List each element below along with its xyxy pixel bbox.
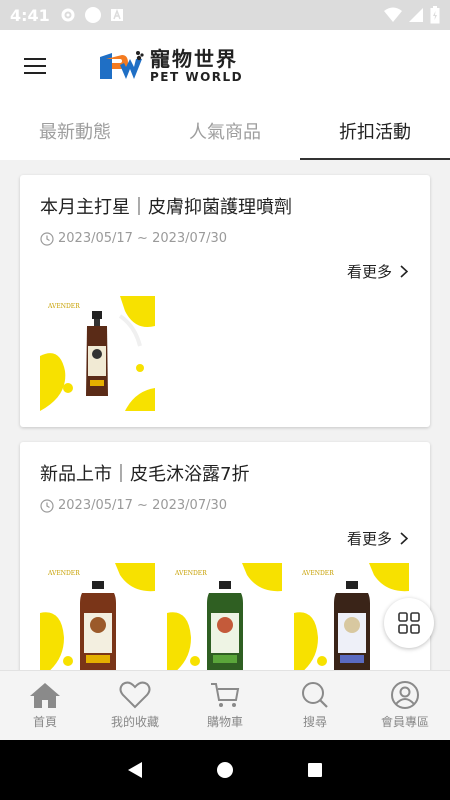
back-icon[interactable] [125, 760, 145, 780]
nav-favorites-label: 我的收藏 [110, 715, 159, 729]
product-thumbnail[interactable]: AVENDER [40, 296, 155, 411]
promotion-title: 新品上市｜皮毛沐浴露7折 [40, 464, 250, 485]
see-more-label: 看更多 [346, 263, 392, 281]
shampoo-bottle-product-image: AVENDER [40, 563, 155, 670]
heart-icon [119, 681, 151, 709]
home-icon [30, 683, 60, 708]
see-more-label: 看更多 [346, 530, 392, 548]
product-thumbnail[interactable]: AVENDER [167, 563, 282, 670]
logo-chinese-text: 寵物世界 [150, 47, 238, 71]
nav-member[interactable]: 會員專區 [360, 671, 450, 740]
promotion-card[interactable]: 新品上市｜皮毛沐浴露7折 2023/05/17 ~ 2023/07/30 看更多… [20, 442, 430, 670]
product-thumbnail[interactable]: AVENDER [40, 563, 155, 670]
svg-text:AVENDER: AVENDER [47, 303, 80, 310]
tab-latest-news[interactable]: 最新動態 [0, 102, 150, 160]
category-tabs: 最新動態 人氣商品 折扣活動 [0, 102, 450, 160]
see-more-link[interactable]: 看更多 [347, 528, 408, 549]
recents-icon[interactable] [305, 760, 325, 780]
cart-icon [211, 683, 240, 707]
bottom-navigation: 首頁 我的收藏 購物車 搜尋 會員專區 [0, 670, 450, 740]
system-navigation-bar [0, 740, 450, 800]
clock-icon [40, 231, 54, 246]
promotion-date-text: 2023/05/17 ~ 2023/07/30 [58, 498, 228, 513]
circle-status-icon [84, 7, 101, 23]
hamburger-icon [24, 58, 46, 74]
promotion-card[interactable]: 本月主打星｜皮膚抑菌護理噴劑 2023/05/17 ~ 2023/07/30 看… [20, 175, 430, 427]
nav-favorites[interactable]: 我的收藏 [90, 671, 180, 740]
clock-icon [40, 498, 54, 513]
grid-icon [398, 612, 420, 634]
user-icon [391, 681, 419, 709]
settings-icon [61, 8, 75, 22]
tab-discount-events[interactable]: 折扣活動 [300, 102, 450, 160]
menu-button[interactable] [0, 30, 70, 102]
status-bar: 4:41 [0, 0, 450, 30]
nav-search-label: 搜尋 [302, 715, 327, 729]
tab-popular-products[interactable]: 人氣商品 [150, 102, 300, 160]
nav-search[interactable]: 搜尋 [270, 671, 360, 740]
status-time: 4:41 [10, 5, 50, 25]
grid-menu-button[interactable] [384, 598, 434, 648]
promotion-title: 本月主打星｜皮膚抑菌護理噴劑 [40, 197, 292, 218]
see-more-link[interactable]: 看更多 [347, 261, 408, 282]
shampoo-bottle-product-image: AVENDER [167, 563, 282, 670]
app-notification-icon [110, 8, 123, 21]
brand-logo: 寵物世界 PET WORLD [98, 49, 243, 83]
search-icon [302, 682, 328, 708]
nav-home-label: 首頁 [32, 715, 57, 729]
promotion-date: 2023/05/17 ~ 2023/07/30 [40, 498, 227, 513]
nav-cart[interactable]: 購物車 [180, 671, 270, 740]
nav-member-label: 會員專區 [380, 715, 429, 729]
logo-english-text: PET WORLD [150, 70, 244, 84]
promotion-list[interactable]: 本月主打星｜皮膚抑菌護理噴劑 2023/05/17 ~ 2023/07/30 看… [0, 160, 450, 670]
app-bar: 寵物世界 PET WORLD [0, 30, 450, 102]
battery-icon [430, 6, 440, 24]
nav-cart-label: 購物車 [206, 715, 243, 729]
nav-home[interactable]: 首頁 [0, 671, 90, 740]
pet-world-logo-icon [100, 51, 144, 79]
chevron-right-icon [400, 532, 408, 545]
svg-text:AVENDER: AVENDER [47, 570, 80, 577]
spray-bottle-product-image: AVENDER [40, 296, 155, 411]
wifi-icon [384, 7, 402, 22]
promotion-date-text: 2023/05/17 ~ 2023/07/30 [58, 231, 228, 246]
svg-text:AVENDER: AVENDER [174, 570, 207, 577]
chevron-right-icon [400, 265, 408, 278]
signal-icon [409, 8, 423, 22]
svg-text:AVENDER: AVENDER [301, 570, 334, 577]
home-circle-icon[interactable] [215, 760, 235, 780]
promotion-date: 2023/05/17 ~ 2023/07/30 [40, 231, 227, 246]
